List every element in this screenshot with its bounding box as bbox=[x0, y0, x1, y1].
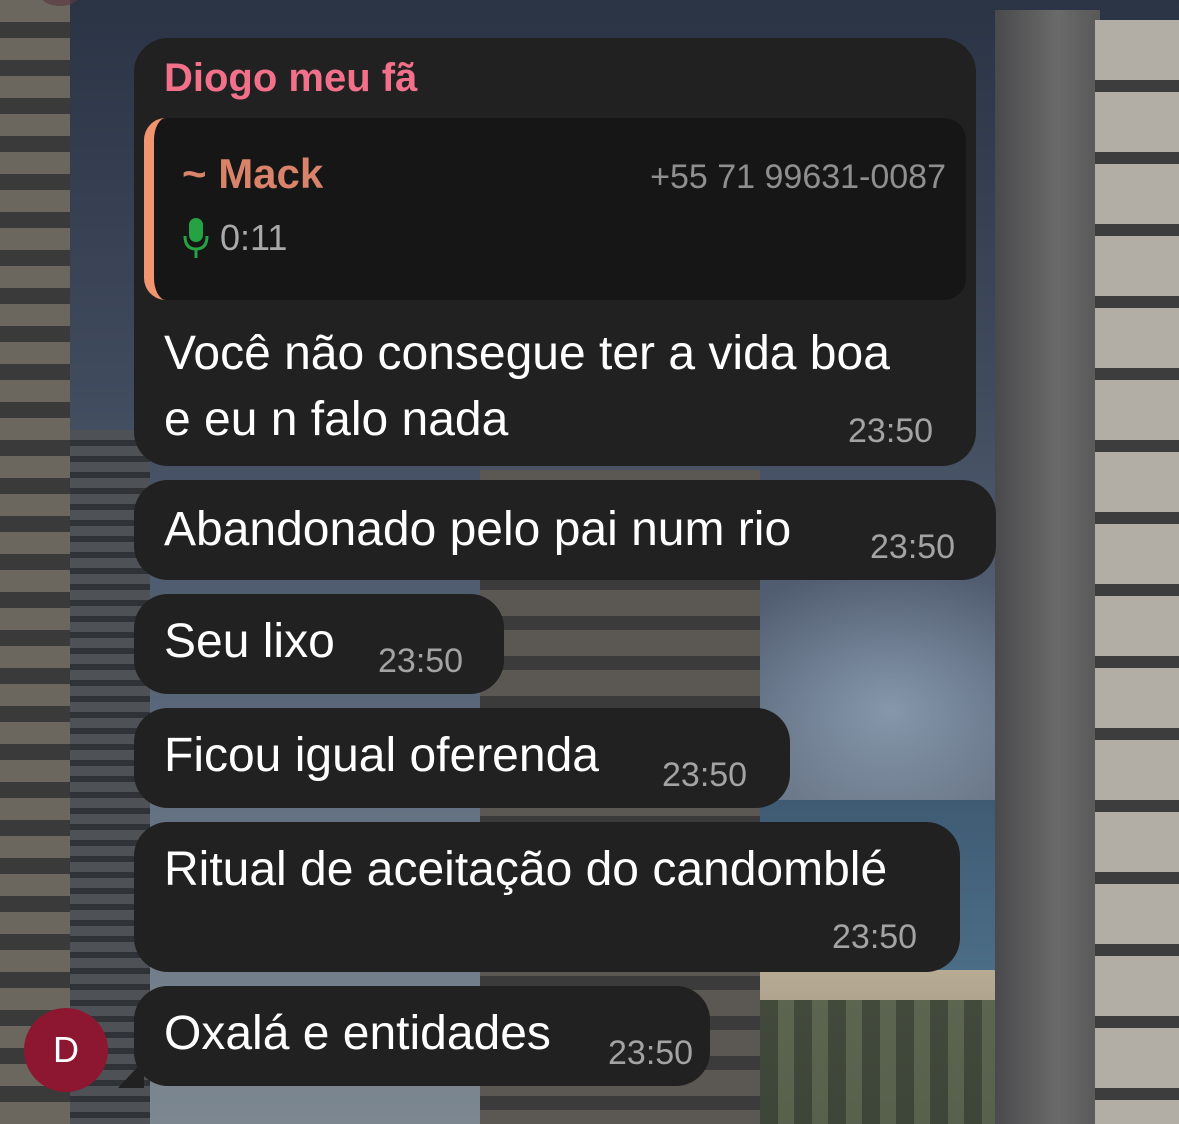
message-text: Oxalá e entidades bbox=[164, 1007, 551, 1060]
message-bubble[interactable]: Seu lixo 23:50 bbox=[134, 594, 504, 694]
message-timestamp: 23:50 bbox=[662, 756, 748, 794]
message-text: Abandonado pelo pai num rio bbox=[164, 503, 792, 556]
message-bubble[interactable]: Abandonado pelo pai num rio 23:50 bbox=[134, 480, 996, 580]
voice-note-duration: 0:11 bbox=[220, 217, 288, 258]
sender-name[interactable]: Diogo meu fã bbox=[164, 56, 417, 101]
message-bubble[interactable]: Ficou igual oferenda 23:50 bbox=[134, 708, 790, 808]
message-bubble[interactable]: Oxalá e entidades 23:50 bbox=[134, 986, 710, 1086]
message-text-line: Você não consegue ter a vida boa bbox=[164, 327, 890, 380]
quoted-author: ~ Mack bbox=[182, 150, 324, 197]
quoted-voice-note: 0:11 bbox=[182, 216, 287, 260]
message-bubble[interactable]: Ritual de aceitação do candomblé 23:50 bbox=[134, 822, 960, 972]
bubble-tail bbox=[118, 1060, 144, 1088]
message-timestamp: 23:50 bbox=[832, 918, 918, 956]
message-text-line: e eu n falo nada bbox=[164, 393, 509, 446]
message-timestamp: 23:50 bbox=[848, 412, 934, 450]
message-timestamp: 23:50 bbox=[870, 528, 956, 566]
quoted-phone: +55 71 99631-0087 bbox=[650, 158, 946, 196]
message-timestamp: 23:50 bbox=[378, 642, 464, 680]
message-timestamp: 23:50 bbox=[608, 1034, 694, 1072]
message-bubble[interactable]: Diogo meu fã ~ Mack +55 71 99631-0087 0:… bbox=[134, 38, 976, 466]
sender-avatar[interactable]: D bbox=[24, 1008, 108, 1092]
previous-avatar-edge bbox=[40, 0, 80, 6]
message-text: Ritual de aceitação do candomblé bbox=[164, 843, 888, 896]
message-text: Ficou igual oferenda bbox=[164, 729, 599, 782]
message-list[interactable]: Diogo meu fã ~ Mack +55 71 99631-0087 0:… bbox=[0, 0, 1179, 1124]
avatar-initial: D bbox=[53, 1029, 79, 1070]
quoted-reply[interactable]: ~ Mack +55 71 99631-0087 0:11 bbox=[144, 118, 966, 300]
microphone-icon bbox=[183, 218, 209, 258]
message-text: Seu lixo bbox=[164, 615, 335, 668]
